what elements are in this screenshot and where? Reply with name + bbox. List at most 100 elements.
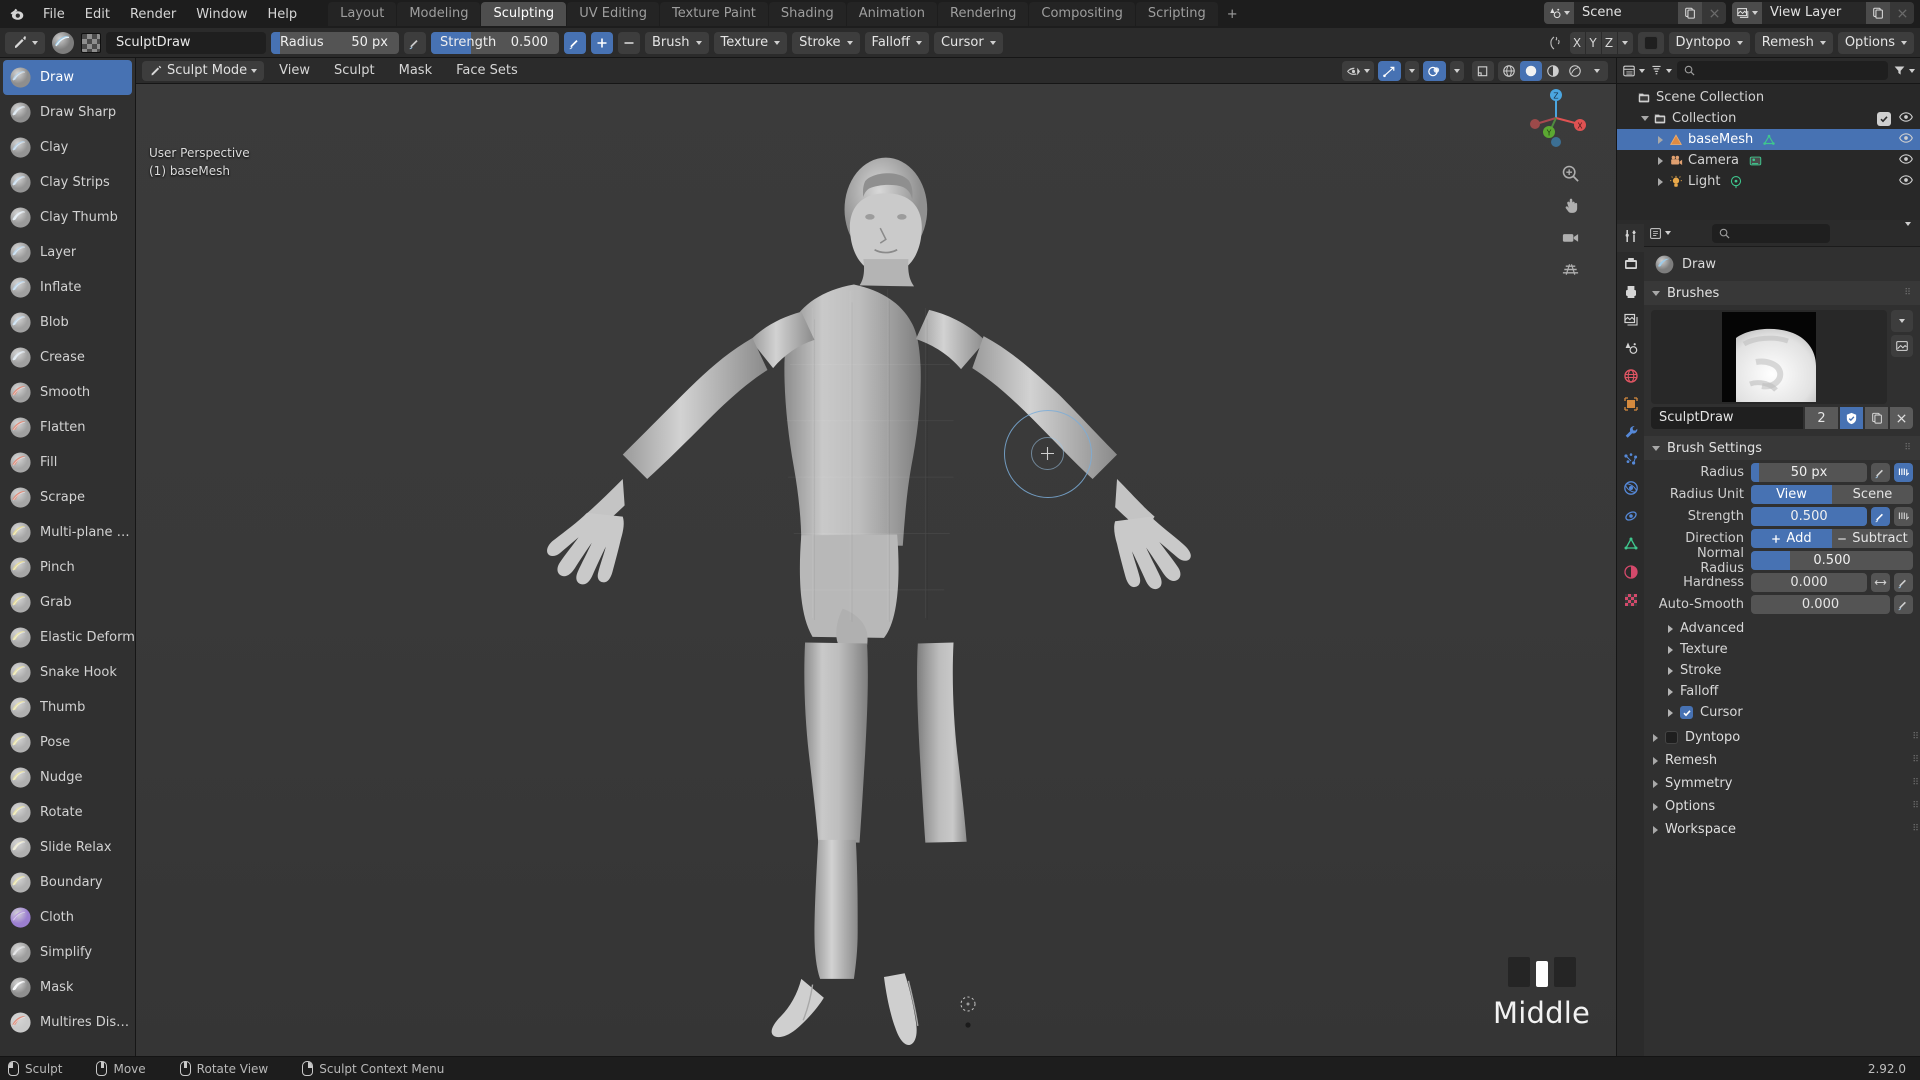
- subpanel-advanced[interactable]: Advanced: [1644, 618, 1920, 639]
- visibility-eye-icon[interactable]: [1899, 111, 1913, 127]
- subpanel-cursor[interactable]: Cursor: [1644, 702, 1920, 723]
- tool-snake-hook[interactable]: Snake Hook: [0, 655, 135, 690]
- properties-tab-constraints[interactable]: [1617, 504, 1644, 532]
- symmetry-axis-z[interactable]: Z: [1601, 31, 1617, 54]
- direction-subtract-button[interactable]: [618, 31, 640, 54]
- brush-preview-area[interactable]: [1651, 310, 1887, 404]
- outliner-row-scene-collection[interactable]: Scene Collection: [1617, 87, 1920, 108]
- tool-scrape[interactable]: Scrape: [0, 480, 135, 515]
- visibility-eye-icon[interactable]: [1899, 174, 1913, 190]
- texture-preview-icon[interactable]: [81, 32, 101, 53]
- outliner-filter-button[interactable]: [1893, 64, 1915, 77]
- symmetry-axis-y[interactable]: Y: [1585, 31, 1601, 54]
- workspace-tab-sculpting[interactable]: Sculpting: [481, 2, 567, 26]
- panel-options[interactable]: Options ⠿: [1644, 795, 1920, 818]
- symmetry-icon[interactable]: [1545, 33, 1565, 53]
- view-layer-icon[interactable]: [1732, 2, 1762, 24]
- symmetry-options-dropdown[interactable]: [1617, 31, 1633, 54]
- image-icon[interactable]: [1891, 335, 1913, 357]
- outliner-checkbox[interactable]: [1877, 111, 1891, 126]
- strength-slider[interactable]: 0.500: [1751, 507, 1867, 526]
- pan-icon[interactable]: [1560, 195, 1581, 216]
- menu-window[interactable]: Window: [187, 4, 256, 25]
- properties-options-dropdown[interactable]: [1904, 221, 1915, 241]
- direction-add-option[interactable]: Add: [1751, 529, 1832, 548]
- symmetry-axis-x[interactable]: X: [1569, 31, 1585, 54]
- expand-toggle-icon[interactable]: [1654, 177, 1667, 186]
- menu-file[interactable]: File: [34, 4, 74, 25]
- outliner-row-camera[interactable]: Camera: [1617, 150, 1920, 171]
- light-data-icon[interactable]: [1729, 175, 1743, 189]
- tool-smooth[interactable]: Smooth: [0, 375, 135, 410]
- unlink-view-layer-icon[interactable]: [1890, 2, 1914, 24]
- properties-tab-modifiers[interactable]: [1617, 420, 1644, 448]
- properties-tab-output[interactable]: [1617, 280, 1644, 308]
- view-layer-name[interactable]: View Layer: [1762, 2, 1866, 24]
- panel-remesh[interactable]: Remesh ⠿: [1644, 749, 1920, 772]
- menu-render[interactable]: Render: [121, 4, 185, 25]
- stroke-menu[interactable]: Stroke: [792, 31, 860, 54]
- tool-rotate[interactable]: Rotate: [0, 795, 135, 830]
- workspace-tab-scripting[interactable]: Scripting: [1135, 2, 1218, 26]
- cursor-menu[interactable]: Cursor: [933, 31, 1003, 54]
- subpanel-checkbox[interactable]: [1680, 706, 1693, 719]
- subpanel-stroke[interactable]: Stroke: [1644, 660, 1920, 681]
- tool-pose[interactable]: Pose: [0, 725, 135, 760]
- radius-unit-scene[interactable]: Scene: [1832, 485, 1913, 504]
- brush-users-count[interactable]: 2: [1805, 407, 1838, 429]
- outliner-row-basemesh[interactable]: baseMesh: [1617, 129, 1920, 150]
- expand-toggle-icon[interactable]: [1638, 116, 1651, 121]
- scene-selector[interactable]: Scene: [1544, 2, 1726, 24]
- subpanel-falloff[interactable]: Falloff: [1644, 681, 1920, 702]
- radius-slider[interactable]: Radius 50 px: [271, 31, 399, 54]
- pressure-icon[interactable]: [1871, 463, 1890, 482]
- brushes-panel-header[interactable]: Brushes ⠿: [1644, 281, 1920, 305]
- mesh-data-icon[interactable]: [1762, 133, 1776, 147]
- workspace-tab-animation[interactable]: Animation: [846, 2, 937, 26]
- new-scene-icon[interactable]: [1678, 2, 1702, 24]
- camera-data-icon[interactable]: [1748, 154, 1763, 168]
- strength-slider[interactable]: Strength 0.500: [431, 31, 559, 54]
- tool-clay-thumb[interactable]: Clay Thumb: [0, 200, 135, 235]
- brush-datablock-name[interactable]: SculptDraw: [1651, 407, 1803, 429]
- properties-tab-tool[interactable]: [1617, 224, 1644, 252]
- zoom-icon[interactable]: [1560, 163, 1581, 184]
- tool-boundary[interactable]: Boundary: [0, 865, 135, 900]
- outliner-search-input[interactable]: [1677, 61, 1888, 80]
- brush-settings-panel-header[interactable]: Brush Settings ⠿: [1644, 436, 1920, 460]
- options-menu[interactable]: Options: [1837, 31, 1914, 54]
- tool-fill[interactable]: Fill: [0, 445, 135, 480]
- tool-thumb[interactable]: Thumb: [0, 690, 135, 725]
- properties-tab-material[interactable]: [1617, 560, 1644, 588]
- tool-cloth[interactable]: Cloth: [0, 900, 135, 935]
- visibility-eye-icon[interactable]: [1899, 132, 1913, 148]
- workspace-tab-rendering[interactable]: Rendering: [938, 2, 1029, 26]
- scene-icon[interactable]: [1544, 2, 1574, 24]
- active-brush-preview-icon[interactable]: [50, 30, 76, 56]
- duplicate-icon[interactable]: [1865, 407, 1888, 429]
- brush-list-dropdown[interactable]: [1891, 310, 1913, 332]
- outliner-row-light[interactable]: Light: [1617, 171, 1920, 192]
- tool-multi-plane-sc[interactable]: Multi-plane Sc...: [0, 515, 135, 550]
- pressure-icon[interactable]: [1894, 595, 1913, 614]
- workspace-tab-uv-editing[interactable]: UV Editing: [567, 2, 660, 26]
- view-layer-selector[interactable]: View Layer: [1732, 2, 1914, 24]
- workspace-tab-layout[interactable]: Layout: [328, 2, 397, 26]
- unlink-scene-icon[interactable]: [1702, 2, 1726, 24]
- properties-tab-texture[interactable]: [1617, 588, 1644, 616]
- normal-radius-slider[interactable]: 0.500: [1751, 551, 1913, 570]
- expand-toggle-icon[interactable]: [1654, 135, 1667, 144]
- unified-icon[interactable]: [1894, 507, 1913, 526]
- panel-symmetry[interactable]: Symmetry ⠿: [1644, 772, 1920, 795]
- pressure-icon[interactable]: [1894, 573, 1913, 592]
- tool-multires-displ[interactable]: Multires Displ...: [0, 1005, 135, 1040]
- 3d-viewport[interactable]: Sculpt Mode View Sculpt Mask Face Sets U…: [136, 58, 1616, 1056]
- panel-workspace[interactable]: Workspace ⠿: [1644, 818, 1920, 841]
- properties-tab-render[interactable]: [1617, 252, 1644, 280]
- tool-pinch[interactable]: Pinch: [0, 550, 135, 585]
- outliner-editor-type-button[interactable]: [1622, 64, 1645, 78]
- properties-search-input[interactable]: [1711, 223, 1830, 243]
- workspace-tab-modeling[interactable]: Modeling: [397, 2, 481, 26]
- blender-logo-icon[interactable]: [4, 1, 30, 27]
- menu-edit[interactable]: Edit: [76, 4, 119, 25]
